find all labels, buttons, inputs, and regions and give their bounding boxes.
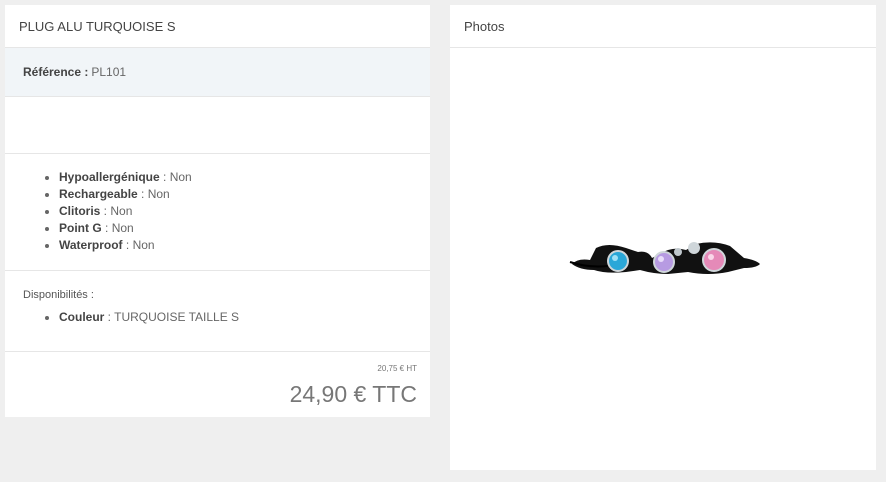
feature-item: Waterproof : Non [59,237,430,254]
photos-panel: Photos [450,5,876,470]
feature-value: Non [169,170,192,184]
availability-value: TURQUOISE TAILLE S [114,310,240,324]
feature-value: Non [110,204,133,218]
product-title: PLUG ALU TURQUOISE S [5,5,430,48]
availability-title: Disponibilités : [23,289,94,301]
feature-name: Point G [59,221,102,235]
feature-item: Rechargeable : Non [59,186,430,203]
price-box: 20,75 € HT 24,90 € TTC [5,352,430,408]
product-photo[interactable] [568,238,764,280]
pink-jewel [702,248,726,272]
feature-name: Waterproof [59,238,123,252]
feature-name: Rechargeable [59,187,138,201]
reference-label: Référence : [23,65,89,79]
feature-value: Non [147,187,170,201]
features-section: Hypoallergénique : Non Rechargeable : No… [5,154,430,271]
availability-item: Couleur : TURQUOISE TAILLE S [59,309,430,326]
feature-value: Non [111,221,134,235]
reference-row: Référence : PL101 [5,48,430,97]
turquoise-jewel [607,250,629,272]
reference-value: PL101 [91,65,127,79]
small-plug [674,248,682,256]
small-plug [688,242,700,254]
feature-value: Non [132,238,155,252]
feature-item: Point G : Non [59,220,430,237]
availability-name: Couleur [59,310,105,324]
feature-item: Hypoallergénique : Non [59,169,430,186]
availability-list: Couleur : TURQUOISE TAILLE S [23,309,430,326]
price-ttc: 24,90 € TTC [289,381,417,407]
availability-section: Disponibilités : Couleur : TURQUOISE TAI… [5,271,430,352]
price-ht: 20,75 € HT [377,364,417,373]
features-list: Hypoallergénique : Non Rechargeable : No… [5,169,430,254]
feature-name: Hypoallergénique [59,170,160,184]
photo-area [450,48,876,470]
product-panel: PLUG ALU TURQUOISE S Référence : PL101 H… [5,5,430,417]
feature-item: Clitoris : Non [59,203,430,220]
photos-title: Photos [450,5,876,48]
feature-name: Clitoris [59,204,101,218]
empty-section [5,97,430,154]
lilac-jewel [653,251,675,273]
